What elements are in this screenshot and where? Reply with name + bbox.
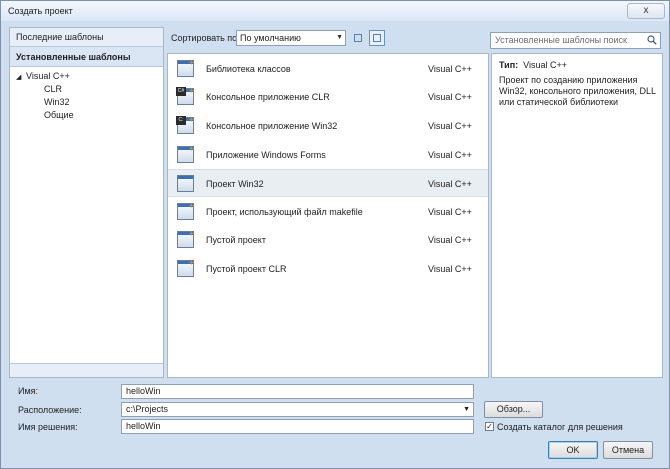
win32-project-icon xyxy=(176,174,196,194)
template-name: Приложение Windows Forms xyxy=(206,150,326,160)
type-label: Тип: xyxy=(499,60,519,70)
details-view-button[interactable] xyxy=(369,30,385,46)
template-language: Visual C++ xyxy=(428,150,472,160)
template-list: + Библиотека классов Visual C++ C# + Конс… xyxy=(167,53,489,378)
empty-project-icon: + xyxy=(176,230,196,250)
template-description: Проект по созданию приложения Win32, кон… xyxy=(499,75,656,107)
search-input[interactable]: Установленные шаблоны поиск xyxy=(490,32,661,49)
recent-templates-tab[interactable]: Последние шаблоны xyxy=(10,28,163,46)
close-icon: x xyxy=(643,5,649,16)
template-categories-panel: Последние шаблоны Установленные шаблоны … xyxy=(9,27,164,378)
template-row[interactable]: + Пустой проект CLR Visual C++ xyxy=(168,255,488,283)
sort-dropdown[interactable]: По умолчанию ▼ xyxy=(236,30,346,46)
expand-arrow-icon[interactable]: ◢ xyxy=(16,71,26,84)
title-bar: Создать проект x xyxy=(1,1,669,21)
create-directory-checkbox[interactable]: ✓ xyxy=(485,422,494,431)
window-title: Создать проект xyxy=(8,6,73,16)
template-name: Консольное приложение CLR xyxy=(206,92,330,102)
details-view-icon xyxy=(373,34,381,42)
tree-item-label: Visual C++ xyxy=(26,71,70,81)
search-icon xyxy=(647,35,657,45)
template-name: Библиотека классов xyxy=(206,64,291,74)
close-button[interactable]: x xyxy=(627,3,665,19)
name-label: Имя: xyxy=(18,386,39,396)
list-view-icon xyxy=(354,34,362,42)
windows-forms-icon: + xyxy=(176,145,196,165)
search-placeholder: Установленные шаблоны поиск xyxy=(495,35,627,45)
template-row[interactable]: C: + Консольное приложение Win32 Visual C… xyxy=(168,112,488,140)
template-name: Консольное приложение Win32 xyxy=(206,121,338,131)
template-name: Пустой проект CLR xyxy=(206,264,287,274)
template-row[interactable]: + Библиотека классов Visual C++ xyxy=(168,55,488,83)
tree-item-win32[interactable]: Win32 xyxy=(16,96,74,109)
solution-name-label: Имя решения: xyxy=(18,422,78,432)
solution-name-field[interactable]: helloWin xyxy=(121,419,474,434)
win32-console-icon: C: + xyxy=(176,116,196,136)
template-row-selected[interactable]: Проект Win32 Visual C++ xyxy=(168,169,488,197)
template-row[interactable]: + Пустой проект Visual C++ xyxy=(168,226,488,254)
clr-console-icon: C# + xyxy=(176,87,196,107)
chevron-down-icon: ▼ xyxy=(336,34,343,41)
template-type: Тип: Visual C++ xyxy=(499,60,567,70)
template-row[interactable]: + Проект, использующий файл makefile Vis… xyxy=(168,198,488,226)
cancel-button[interactable]: Отмена xyxy=(603,441,653,459)
tree-item-visual-cpp[interactable]: ◢ Visual C++ xyxy=(16,70,74,83)
project-name-field[interactable]: helloWin xyxy=(121,384,474,399)
new-project-dialog: Создать проект x Последние шаблоны Устан… xyxy=(0,0,670,469)
template-name: Проект, использующий файл makefile xyxy=(206,207,363,217)
project-name-value: helloWin xyxy=(126,386,161,396)
template-language: Visual C++ xyxy=(428,92,472,102)
makefile-project-icon: + xyxy=(176,202,196,222)
installed-templates-tab[interactable]: Установленные шаблоны xyxy=(10,46,163,67)
template-language: Visual C++ xyxy=(428,64,472,74)
sort-dropdown-value: По умолчанию xyxy=(240,33,301,43)
template-language: Visual C++ xyxy=(428,207,472,217)
ok-button[interactable]: OK xyxy=(548,441,598,459)
location-label: Расположение: xyxy=(18,405,82,415)
template-info-panel: Тип: Visual C++ Проект по созданию прило… xyxy=(491,53,663,378)
tree-item-general[interactable]: Общие xyxy=(16,109,74,122)
template-language: Visual C++ xyxy=(428,235,472,245)
tree-item-clr[interactable]: CLR xyxy=(16,83,74,96)
chevron-down-icon[interactable]: ▼ xyxy=(463,403,470,416)
class-library-icon: + xyxy=(176,59,196,79)
sort-label: Сортировать по: xyxy=(171,33,240,43)
template-name: Проект Win32 xyxy=(206,179,264,189)
solution-name-value: helloWin xyxy=(126,421,161,431)
template-row[interactable]: + Приложение Windows Forms Visual C++ xyxy=(168,141,488,169)
template-name: Пустой проект xyxy=(206,235,266,245)
checkmark-icon: ✓ xyxy=(486,422,493,431)
create-directory-label: Создать каталог для решения xyxy=(497,422,623,432)
template-language: Visual C++ xyxy=(428,264,472,274)
type-value: Visual C++ xyxy=(523,60,568,70)
empty-clr-project-icon: + xyxy=(176,259,196,279)
browse-button[interactable]: Обзор... xyxy=(484,401,543,418)
template-language: Visual C++ xyxy=(428,179,472,189)
location-field[interactable]: c:\Projects ▼ xyxy=(121,402,474,417)
online-templates-tab[interactable] xyxy=(10,363,163,377)
template-row[interactable]: C# + Консольное приложение CLR Visual C++ xyxy=(168,83,488,111)
template-language: Visual C++ xyxy=(428,121,472,131)
location-value: c:\Projects xyxy=(126,404,169,414)
list-view-button[interactable] xyxy=(350,30,366,46)
template-tree: ◢ Visual C++ CLR Win32 Общие xyxy=(16,70,74,122)
